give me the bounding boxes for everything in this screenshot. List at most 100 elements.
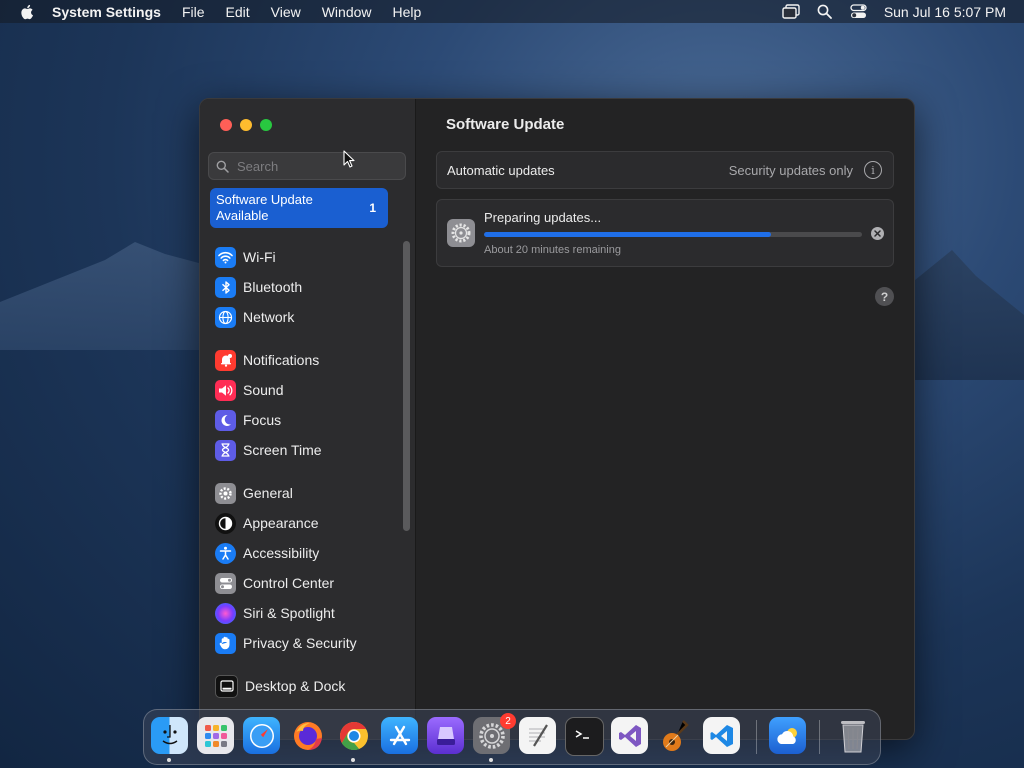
sidebar-item-privacy-security[interactable]: Privacy & Security [215,630,400,656]
sidebar-item-label: Wi-Fi [243,249,276,265]
globe-icon [215,306,236,328]
gear-icon [215,482,236,504]
sidebar-item-label: General [243,485,293,501]
screen-mirroring-icon[interactable] [782,3,800,21]
progress-title: Preparing updates... [484,210,602,225]
safari-icon[interactable] [243,717,280,754]
notification-badge: 2 [500,713,516,729]
automatic-updates-value: Security updates only [728,162,853,178]
minimize-button[interactable] [240,119,252,131]
close-button[interactable] [220,119,232,131]
finder-icon[interactable] [151,717,188,754]
appearance-icon [215,512,236,534]
dock: 2 [143,709,881,765]
desktop-hill [904,250,1024,380]
speaker-icon [215,379,236,401]
window-controls [220,119,272,131]
automator-icon[interactable] [427,717,464,754]
info-icon[interactable]: i [864,161,882,179]
spotlight-search-icon[interactable] [816,3,834,21]
sidebar-item-label: Appearance [243,515,319,531]
menubar-clock[interactable]: Sun Jul 16 5:07 PM [884,4,1006,20]
sidebar-item-label: Network [243,309,295,325]
software-update-gear-icon [447,219,475,247]
running-indicator [489,758,493,762]
progress-subtitle: About 20 minutes remaining [484,244,621,256]
update-banner-label: Software Update Available [216,192,313,223]
siri-icon [215,602,236,624]
control-center-icon[interactable] [850,3,868,21]
active-app-name[interactable]: System Settings [52,4,161,20]
automatic-updates-label: Automatic updates [447,162,555,178]
search-field[interactable] [208,152,406,180]
terminal-icon[interactable] [565,717,604,756]
sidebar-item-siri-spotlight[interactable]: Siri & Spotlight [215,600,400,626]
search-icon [216,160,229,173]
hourglass-icon [215,439,236,461]
sidebar-item-desktop-dock[interactable]: Desktop & Dock [215,673,400,699]
update-progress-card: Preparing updates... About 20 minutes re… [436,199,894,267]
running-indicator [351,758,355,762]
search-input[interactable] [235,157,389,175]
sidebar-item-accessibility[interactable]: Accessibility [215,540,400,566]
sidebar-item-label: Bluetooth [243,279,303,295]
update-count-badge: 1 [369,201,376,215]
menu-file[interactable]: File [182,4,205,20]
chrome-icon[interactable] [335,717,372,754]
weather-icon[interactable] [769,717,806,754]
running-indicator [167,758,171,762]
sidebar-item-label: Siri & Spotlight [243,605,335,621]
mouse-cursor-icon [343,150,355,168]
menu-window[interactable]: Window [322,4,372,20]
apple-logo-icon[interactable] [18,3,36,21]
sidebar-item-label: Sound [243,382,284,398]
system-settings-window: Software Update Available 1 Wi-Fi Blueto… [199,98,915,740]
sidebar-item-label: Desktop & Dock [245,678,346,694]
cancel-update-button[interactable] [871,227,884,240]
sidebar-item-network[interactable]: Network [215,304,400,330]
sidebar-item-label: Notifications [243,352,320,368]
zoom-button[interactable] [260,119,272,131]
garageband-icon[interactable] [657,717,694,754]
sidebar-item-label: Screen Time [243,442,322,458]
sidebar-item-focus[interactable]: Focus [215,407,400,433]
moon-icon [215,409,236,431]
sidebar: Software Update Available 1 Wi-Fi Blueto… [200,99,416,739]
menu-view[interactable]: View [271,4,301,20]
sidebar-item-label: Privacy & Security [243,635,357,651]
textedit-icon[interactable] [519,717,556,754]
appstore-icon[interactable] [381,717,418,754]
accessibility-icon [215,542,236,564]
sidebar-scrollbar[interactable] [403,241,410,531]
wifi-icon [215,246,236,268]
sidebar-item-label: Control Center [243,575,335,591]
software-update-available-item[interactable]: Software Update Available 1 [210,188,388,228]
progress-bar [484,232,862,237]
menu-edit[interactable]: Edit [226,4,250,20]
sidebar-item-notifications[interactable]: Notifications [215,347,400,373]
automatic-updates-row: Automatic updates Security updates only … [436,151,894,189]
firefox-icon[interactable] [289,717,326,754]
dock-icon [215,674,238,698]
sidebar-item-bluetooth[interactable]: Bluetooth [215,274,400,300]
menu-bar: System Settings File Edit View Window He… [0,0,1024,23]
sidebar-item-appearance[interactable]: Appearance [215,510,400,536]
toggles-icon [215,572,236,594]
hand-icon [215,632,236,654]
sidebar-item-wifi[interactable]: Wi-Fi [215,244,400,270]
help-button[interactable]: ? [875,287,894,306]
dock-separator [756,720,757,754]
sidebar-item-general[interactable]: General [215,480,400,506]
sidebar-item-label: Accessibility [243,545,320,561]
menu-help[interactable]: Help [393,4,422,20]
vscode-icon[interactable] [703,717,740,754]
sidebar-item-screen-time[interactable]: Screen Time [215,437,400,463]
visualstudio-icon[interactable] [611,717,648,754]
sidebar-item-label: Focus [243,412,282,428]
trash-icon[interactable] [834,717,871,754]
launchpad-icon[interactable] [197,717,234,754]
progress-bar-fill [484,232,772,237]
sidebar-item-control-center[interactable]: Control Center [215,570,400,596]
settings-icon[interactable]: 2 [473,713,516,754]
sidebar-item-sound[interactable]: Sound [215,377,400,403]
